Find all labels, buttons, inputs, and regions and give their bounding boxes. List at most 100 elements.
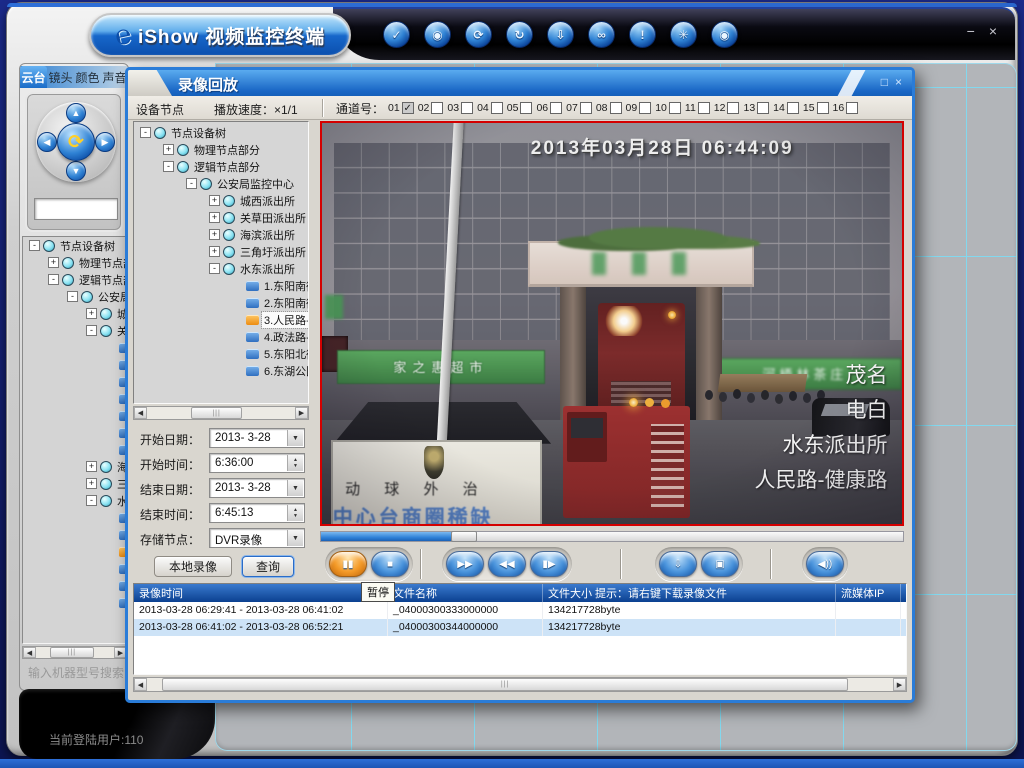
snapshot-button[interactable]: ▣ <box>701 551 739 577</box>
tree-item[interactable]: - 节点设备树 <box>134 124 308 141</box>
channel-option[interactable]: 12 <box>714 102 740 114</box>
sidebar-tree-scrollbar[interactable]: ◀ ||| ▶ <box>22 646 128 659</box>
channel-checkbox[interactable] <box>787 102 799 114</box>
scroll-left-icon[interactable]: ◀ <box>23 647 36 658</box>
tree-toggle-icon[interactable]: - <box>67 291 78 302</box>
channel-checkbox[interactable] <box>491 102 503 114</box>
channel-option[interactable]: 06 <box>536 102 562 114</box>
rewind-button[interactable]: ◀◀ <box>488 551 526 577</box>
tree-toggle-icon[interactable]: - <box>209 263 220 274</box>
dropdown-spinner-icon[interactable] <box>287 455 303 471</box>
tree-item[interactable] <box>23 560 127 577</box>
tree-item[interactable]: + 海滨派出所 <box>134 226 308 243</box>
dropdown-spinner-icon[interactable] <box>287 530 303 546</box>
channel-option[interactable]: 14 <box>773 102 799 114</box>
sidebar-tab[interactable]: 颜色 <box>74 66 101 88</box>
tree-toggle-icon[interactable]: + <box>209 212 220 223</box>
network-icon[interactable]: ✳ <box>670 21 697 48</box>
table-header-cell[interactable]: 文件大小 提示：请右键下载录像文件 <box>543 584 836 602</box>
tree-toggle-icon[interactable]: - <box>163 161 174 172</box>
tree-item[interactable]: - 公安局监控中心 <box>134 175 308 192</box>
tree-scrollbar[interactable]: ◀ ||| ▶ <box>133 406 309 420</box>
channel-option[interactable]: 01 <box>388 102 414 114</box>
tree-toggle-icon[interactable]: + <box>209 195 220 206</box>
channel-option[interactable]: 07 <box>566 102 592 114</box>
tree-item[interactable]: + 城西派出所 <box>134 192 308 209</box>
tree-item[interactable]: 6.东湖公园- <box>134 362 308 379</box>
tree-item[interactable]: + 城西派出所 <box>23 305 127 322</box>
tree-toggle-icon[interactable]: + <box>48 257 59 268</box>
tree-item[interactable]: + 三角圩派出所 <box>23 475 127 492</box>
tree-toggle-icon[interactable]: - <box>48 274 59 285</box>
channel-checkbox[interactable] <box>580 102 592 114</box>
dialog-maximize-button[interactable]: □ <box>881 75 888 90</box>
tree-toggle-icon[interactable]: - <box>86 495 97 506</box>
channel-option[interactable]: 16 <box>833 102 859 114</box>
channel-checkbox[interactable] <box>520 102 532 114</box>
ptz-left-button[interactable]: ◀ <box>37 132 57 152</box>
alert-icon[interactable]: ! <box>629 21 656 48</box>
channel-checkbox[interactable] <box>610 102 622 114</box>
tree-item[interactable] <box>23 577 127 594</box>
tree-item[interactable]: + 物理节点部分 <box>23 254 127 271</box>
tree-item[interactable]: - 节点设备树 <box>23 237 127 254</box>
channel-option[interactable]: 13 <box>743 102 769 114</box>
scroll-left-icon[interactable]: ◀ <box>134 407 147 419</box>
channel-checkbox[interactable] <box>669 102 681 114</box>
tree-item[interactable]: 1.东阳南街- <box>134 277 308 294</box>
ptz-down-button[interactable]: ▼ <box>66 161 86 181</box>
field-control[interactable]: 6:45:13 <box>209 503 305 523</box>
tree-item[interactable] <box>23 356 127 373</box>
tree-item[interactable]: 4.政法路-政 <box>134 328 308 345</box>
channel-checkbox[interactable] <box>817 102 829 114</box>
channel-checkbox[interactable] <box>431 102 443 114</box>
tree-toggle-icon[interactable]: - <box>29 240 40 251</box>
tree-toggle-icon[interactable]: + <box>86 461 97 472</box>
channel-checkbox[interactable] <box>757 102 769 114</box>
table-header-cell[interactable]: 端口 <box>901 584 906 602</box>
tree-toggle-icon[interactable]: - <box>140 127 151 138</box>
table-row[interactable]: 2013-03-28 06:41:02 - 2013-03-28 06:52:2… <box>134 619 906 636</box>
dialog-close-button[interactable]: × <box>895 75 902 90</box>
tree-item[interactable] <box>23 339 127 356</box>
sync-icon[interactable]: ⟳ <box>465 21 492 48</box>
tree-toggle-icon[interactable]: + <box>209 229 220 240</box>
sidebar-tab[interactable]: 声音 <box>101 66 128 88</box>
tree-item[interactable]: + 物理节点部分 <box>134 141 308 158</box>
channel-option[interactable]: 03 <box>447 102 473 114</box>
dropdown-spinner-icon[interactable] <box>287 505 303 521</box>
tree-item[interactable] <box>23 594 127 611</box>
download-record-button[interactable]: ⇩ <box>659 551 697 577</box>
tree-item[interactable] <box>23 390 127 407</box>
dropdown-spinner-icon[interactable] <box>287 430 303 446</box>
tree-item[interactable]: - 水东派出所 <box>23 492 127 509</box>
channel-checkbox[interactable] <box>461 102 473 114</box>
minimize-button[interactable]: − <box>967 23 975 39</box>
field-control[interactable]: 2013- 3-28 <box>209 478 305 498</box>
tree-item[interactable]: + 三角圩派出所 <box>134 243 308 260</box>
tree-toggle-icon[interactable]: - <box>86 325 97 336</box>
snapshot-icon[interactable]: ◉ <box>711 21 738 48</box>
scroll-right-icon[interactable]: ▶ <box>295 407 308 419</box>
tree-item[interactable]: - 公安局监控中心 <box>23 288 127 305</box>
channel-checkbox[interactable] <box>846 102 858 114</box>
pause-button[interactable]: ▮▮ <box>329 551 367 577</box>
dialog-titlebar[interactable]: 录像回放 □ × <box>128 70 912 96</box>
tree-item[interactable]: 2.东阳南街- <box>134 294 308 311</box>
tree-item[interactable] <box>23 373 127 390</box>
tree-item[interactable]: - 逻辑节点部分 <box>23 271 127 288</box>
tree-toggle-icon[interactable]: + <box>209 246 220 257</box>
download-icon[interactable]: ⇩ <box>547 21 574 48</box>
camera-icon[interactable]: ◉ <box>424 21 451 48</box>
scroll-left-icon[interactable]: ◀ <box>134 678 147 691</box>
rotate-icon[interactable]: ↻ <box>506 21 533 48</box>
channel-checkbox[interactable] <box>698 102 710 114</box>
dropdown-spinner-icon[interactable] <box>287 480 303 496</box>
tree-item[interactable]: + 海滨派出所 <box>23 458 127 475</box>
tree-item[interactable] <box>23 526 127 543</box>
tree-item[interactable] <box>23 543 127 560</box>
table-header-cell[interactable]: 录像时间 <box>134 584 388 602</box>
tree-item[interactable]: 3.人民路-健 <box>134 311 308 328</box>
table-scrollbar[interactable]: ◀ ||| ▶ <box>133 677 907 692</box>
scrollbar-thumb[interactable]: ||| <box>50 647 94 658</box>
